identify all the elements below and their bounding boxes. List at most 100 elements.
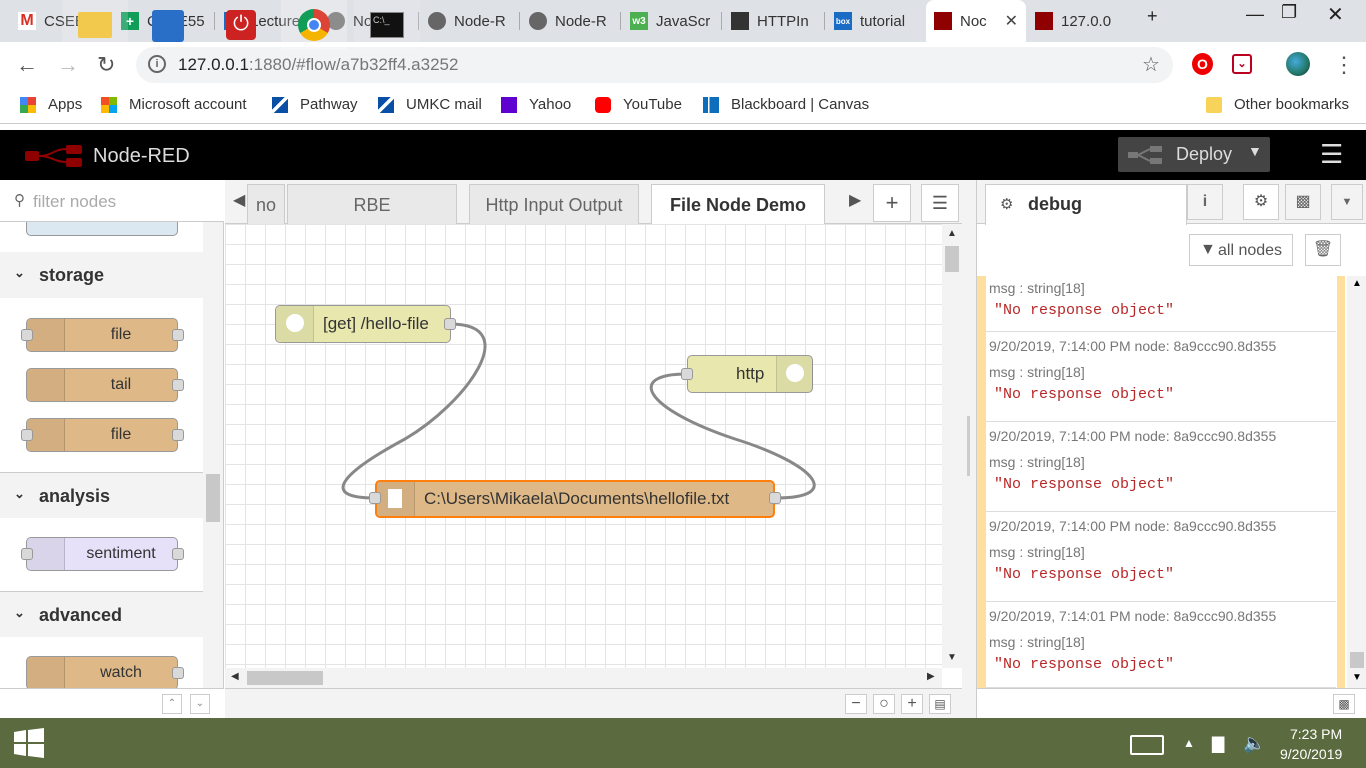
tab-rbe[interactable]: RBE — [287, 184, 457, 224]
debug-scroll-thumb[interactable] — [1350, 652, 1364, 668]
taskbar-control-panel[interactable] — [136, 0, 202, 50]
minimize-button[interactable]: — — [1246, 4, 1264, 25]
category-storage[interactable]: ⌄ storage — [0, 252, 203, 298]
collapse-all-icon[interactable]: ⌃ — [162, 694, 182, 714]
bookmark-item[interactable]: Microsoft account — [101, 96, 247, 113]
clock-date[interactable]: 9/20/2019 — [1280, 746, 1342, 762]
bookmark-item[interactable]: YouTube — [595, 96, 682, 113]
scroll-left-icon[interactable]: ◀ — [233, 190, 245, 210]
clock-time[interactable]: 7:23 PM — [1290, 726, 1342, 742]
tab-http-input-output[interactable]: Http Input Output — [469, 184, 639, 224]
palette-search[interactable]: ⚲ filter nodes — [0, 180, 224, 222]
palette-node-watch[interactable]: watch — [26, 656, 178, 690]
input-port[interactable] — [369, 492, 381, 504]
debug-message[interactable]: 9/20/2019, 7:14:01 PM node: 8a9ccc90.8d3… — [986, 602, 1336, 688]
all-nodes-filter-button[interactable]: ▼ all nodes — [1189, 234, 1293, 266]
tab-file-node-demo[interactable]: File Node Demo — [651, 184, 825, 225]
tab-partial[interactable]: no — [247, 184, 285, 224]
browser-tab[interactable]: HTTPIn — [723, 0, 823, 42]
browser-tab[interactable]: Noc ✕ — [926, 0, 1026, 42]
expand-all-icon[interactable]: ⌄ — [190, 694, 210, 714]
chrome-menu-icon[interactable]: ⋮ — [1333, 52, 1355, 78]
bookmark-star-icon[interactable]: ☆ — [1142, 52, 1160, 77]
palette-node-file-in[interactable]: file — [26, 318, 178, 352]
navigator-map-icon[interactable]: ▤ — [929, 694, 951, 714]
browser-tab[interactable]: Node-R — [521, 0, 619, 42]
http-in-node[interactable]: [get] /hello-file — [275, 305, 451, 343]
keyboard-icon[interactable] — [1130, 735, 1164, 755]
taskbar-file-explorer[interactable] — [62, 0, 128, 50]
output-port[interactable] — [769, 492, 781, 504]
debug-scrollbar[interactable]: ▲ ▼ — [1347, 276, 1366, 688]
address-bar[interactable]: i 127.0.0.1:1880/#flow/a7b32ff4.a3252 ☆ — [136, 47, 1173, 83]
sidebar-menu-dropdown-icon[interactable]: ▼ — [1331, 184, 1363, 220]
canvas-vertical-scrollbar[interactable]: ▲ ▼ — [942, 224, 962, 668]
forward-arrow-icon[interactable]: → — [57, 52, 79, 78]
deploy-dropdown-icon[interactable]: ▼ — [1248, 143, 1262, 159]
zoom-in-icon[interactable]: + — [901, 694, 923, 714]
volume-icon[interactable]: 🔈 — [1243, 733, 1265, 754]
palette-node-sentiment[interactable]: sentiment — [26, 537, 178, 571]
http-response-node[interactable]: http — [687, 355, 813, 393]
scroll-right-icon[interactable]: ▶ — [849, 190, 861, 210]
zoom-out-icon[interactable]: − — [845, 694, 867, 714]
bookmark-item[interactable]: Yahoo — [501, 96, 571, 113]
taskbar-cmd[interactable]: C:\_ — [354, 0, 420, 50]
file-in-node[interactable]: C:\Users\Mikaela\Documents\hellofile.txt — [375, 480, 775, 518]
sidebar-separator[interactable] — [962, 180, 976, 718]
back-arrow-icon[interactable]: ← — [16, 52, 38, 78]
canvas-horizontal-scrollbar[interactable]: ◀ ▶ — [225, 668, 942, 688]
info-icon[interactable]: i — [148, 55, 166, 73]
category-analysis[interactable]: ⌄ analysis — [0, 472, 203, 518]
category-advanced[interactable]: ⌄ advanced — [0, 591, 203, 637]
flow-canvas[interactable]: [get] /hello-file http C:\Users\Mikaela\… — [225, 224, 942, 668]
show-hidden-icons[interactable]: ▲ — [1183, 736, 1195, 750]
add-flow-button[interactable]: + — [873, 184, 911, 222]
palette-node-partial[interactable] — [26, 222, 178, 236]
palette-node-tail[interactable]: tail — [26, 368, 178, 402]
browser-tab[interactable]: 127.0.0 — [1027, 0, 1131, 42]
debug-message[interactable]: 9/20/2019, 7:14:00 PM node: 8a9ccc90.8d3… — [986, 422, 1336, 512]
palette-scroll-thumb[interactable] — [206, 474, 220, 522]
browser-tab[interactable]: w3 JavaScr — [622, 0, 720, 42]
debug-tab-bug-icon[interactable]: ⚙ — [1243, 184, 1279, 220]
tab-debug[interactable]: ⚙ debug — [985, 184, 1187, 225]
canvas-hscroll-thumb[interactable] — [247, 671, 323, 685]
window-close-button[interactable]: ✕ — [1327, 2, 1344, 27]
bookmark-item[interactable]: Blackboard | Canvas — [703, 96, 869, 113]
popout-monitor-icon[interactable]: ▩ — [1333, 694, 1355, 714]
filter-nodes-input[interactable]: filter nodes — [33, 192, 116, 212]
reload-icon[interactable]: ↻ — [97, 52, 115, 78]
other-bookmarks[interactable]: Other bookmarks — [1206, 96, 1349, 113]
main-menu-icon[interactable]: ☰ — [1320, 141, 1343, 167]
bookmark-item[interactable]: UMKC mail — [378, 96, 482, 113]
trash-icon[interactable]: 🗑 — [1305, 234, 1341, 266]
bookmark-item[interactable]: Apps — [20, 96, 82, 113]
network-icon[interactable]: ▇ — [1212, 734, 1224, 754]
windows-start-icon[interactable] — [14, 728, 44, 758]
canvas-vscroll-thumb[interactable] — [945, 246, 959, 272]
browser-tab[interactable]: Node-R — [420, 0, 518, 42]
deploy-button[interactable]: Deploy ▼ — [1118, 137, 1270, 172]
pocket-extension-icon[interactable]: ⌄ — [1232, 54, 1252, 74]
output-port[interactable] — [444, 318, 456, 330]
dashboard-chart-icon[interactable]: ▩ — [1285, 184, 1321, 220]
new-tab-button[interactable]: + — [1147, 6, 1158, 27]
bookmark-item[interactable]: Pathway — [272, 96, 358, 113]
profile-avatar[interactable] — [1286, 52, 1310, 76]
info-tab-icon[interactable]: i — [1187, 184, 1223, 220]
debug-message[interactable]: 9/20/2019, 7:14:00 PM node: 8a9ccc90.8d3… — [986, 332, 1336, 422]
browser-tab[interactable]: box tutorial — [826, 0, 924, 42]
zoom-reset-icon[interactable]: ○ — [873, 694, 895, 714]
palette-node-file-out[interactable]: file — [26, 418, 178, 452]
maximize-button[interactable]: ❐ — [1281, 2, 1297, 23]
debug-message[interactable]: msg : string[18] "No response object" — [986, 276, 1336, 332]
flow-list-button[interactable]: ☰ — [921, 184, 959, 222]
palette-scrollbar[interactable] — [203, 222, 223, 688]
taskbar-chrome[interactable] — [281, 0, 347, 50]
opera-extension-icon[interactable]: O — [1192, 53, 1213, 75]
tab-close-icon[interactable]: ✕ — [1005, 11, 1018, 31]
debug-message[interactable]: 9/20/2019, 7:14:00 PM node: 8a9ccc90.8d3… — [986, 512, 1336, 602]
input-port[interactable] — [681, 368, 693, 380]
taskbar-shutdown[interactable]: ⏻ — [208, 0, 274, 50]
